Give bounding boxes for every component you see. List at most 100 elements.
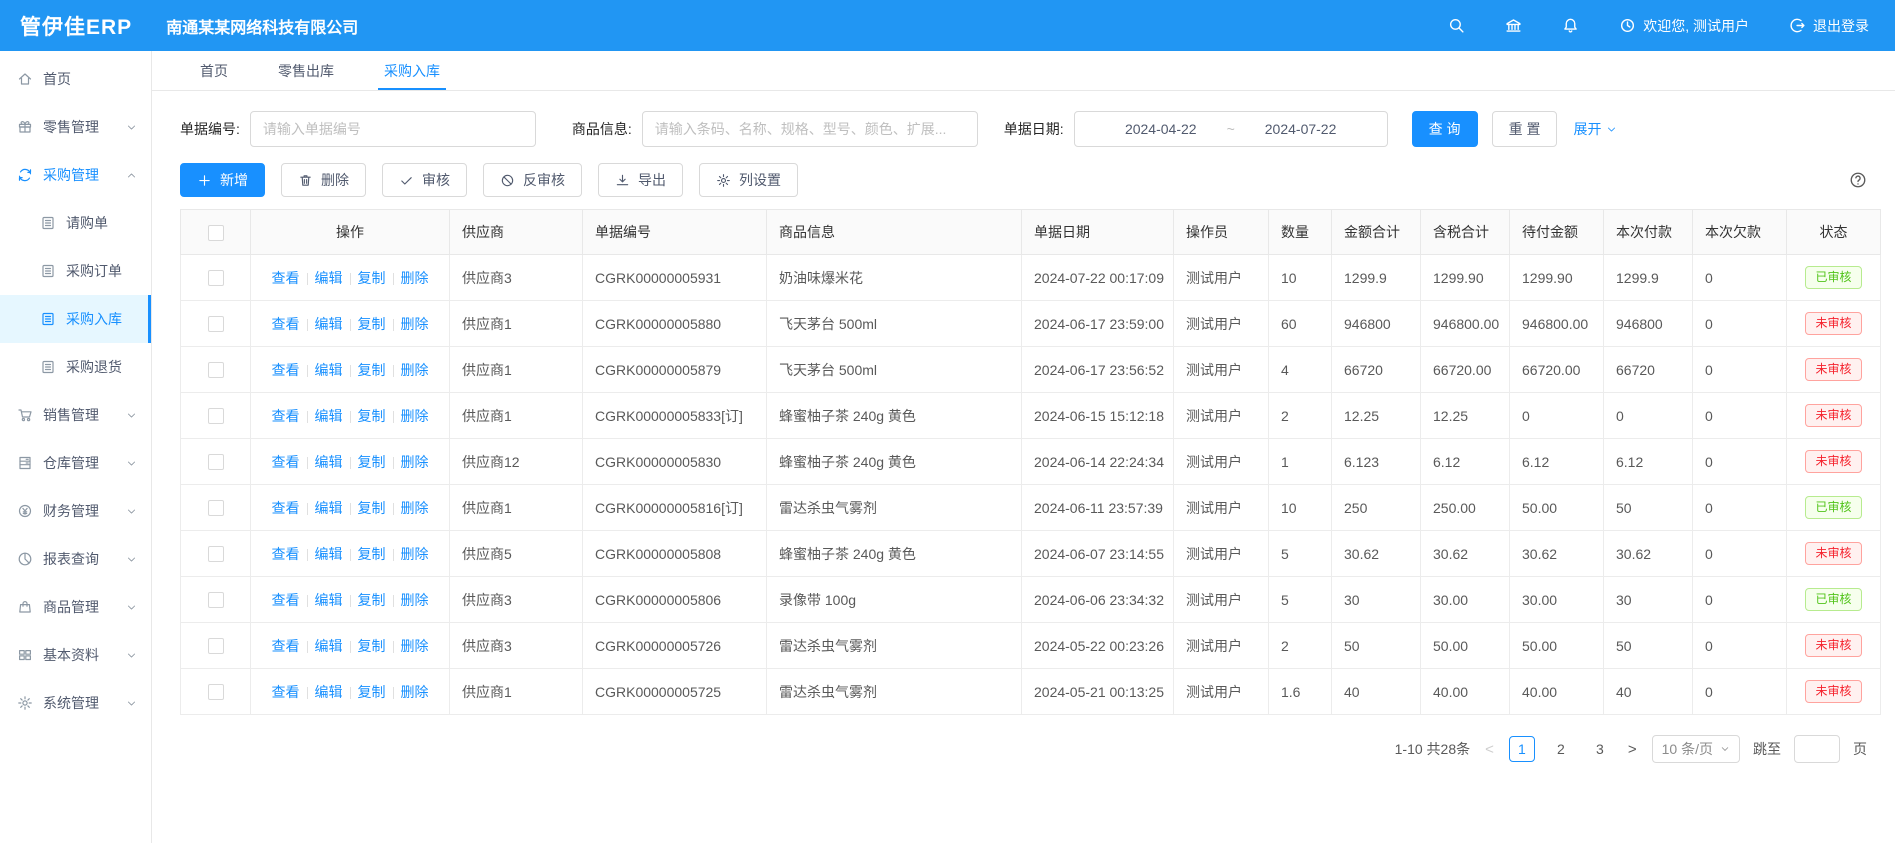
date-range-picker[interactable]: 2024-04-22 ~ 2024-07-22 (1074, 111, 1388, 147)
sidebar-item-purchase-return[interactable]: 采购退货 (0, 343, 151, 391)
query-button[interactable]: 查 询 (1412, 111, 1478, 147)
row-action-view[interactable]: 查看 (272, 270, 300, 286)
row-action-delete[interactable]: 删除 (401, 454, 429, 470)
row-action-view[interactable]: 查看 (272, 500, 300, 516)
tab-retail-outbound[interactable]: 零售出库 (278, 51, 334, 90)
cell-qty: 10 (1269, 255, 1332, 301)
row-action-copy[interactable]: 复制 (358, 270, 386, 286)
page-size-select[interactable]: 10 条/页 (1652, 735, 1740, 763)
sidebar-item-sales-mgmt[interactable]: 销售管理 (0, 391, 151, 439)
row-checkbox[interactable] (208, 684, 224, 700)
page-number-1[interactable]: 1 (1509, 736, 1535, 762)
user-welcome[interactable]: 欢迎您, 测试用户 (1619, 16, 1749, 36)
audit-button[interactable]: 审核 (382, 163, 467, 197)
row-action-edit[interactable]: 编辑 (315, 638, 343, 654)
sidebar-item-warehouse-mgmt[interactable]: 仓库管理 (0, 439, 151, 487)
sidebar-item-purchase-order[interactable]: 采购订单 (0, 247, 151, 295)
row-action-view[interactable]: 查看 (272, 454, 300, 470)
row-action-view[interactable]: 查看 (272, 316, 300, 332)
sidebar-item-label: 采购管理 (43, 165, 99, 185)
logout-button[interactable]: 退出登录 (1789, 16, 1869, 36)
search-icon[interactable] (1448, 17, 1465, 34)
bank-icon[interactable] (1505, 17, 1522, 34)
row-action-view[interactable]: 查看 (272, 592, 300, 608)
delete-button[interactable]: 删除 (281, 163, 366, 197)
row-action-delete[interactable]: 删除 (401, 408, 429, 424)
row-checkbox[interactable] (208, 546, 224, 562)
row-action-edit[interactable]: 编辑 (315, 546, 343, 562)
row-action-edit[interactable]: 编辑 (315, 684, 343, 700)
page-number-2[interactable]: 2 (1548, 736, 1574, 762)
sidebar-item-purchase-request[interactable]: 请购单 (0, 199, 151, 247)
page-number-3[interactable]: 3 (1587, 736, 1613, 762)
bill-no-input[interactable] (250, 111, 536, 147)
row-checkbox[interactable] (208, 638, 224, 654)
row-action-view[interactable]: 查看 (272, 638, 300, 654)
cell-bill-no: CGRK00000005833[订] (583, 393, 767, 439)
sidebar-item-purchase-inbound[interactable]: 采购入库 (0, 295, 151, 343)
row-action-edit[interactable]: 编辑 (315, 316, 343, 332)
row-action-copy[interactable]: 复制 (358, 316, 386, 332)
row-action-view[interactable]: 查看 (272, 684, 300, 700)
row-action-copy[interactable]: 复制 (358, 500, 386, 516)
row-action-view[interactable]: 查看 (272, 408, 300, 424)
tab-home[interactable]: 首页 (200, 51, 228, 90)
row-action-copy[interactable]: 复制 (358, 592, 386, 608)
column-settings-button[interactable]: 列设置 (699, 163, 798, 197)
row-action-edit[interactable]: 编辑 (315, 454, 343, 470)
row-checkbox[interactable] (208, 408, 224, 424)
help-icon[interactable] (1849, 171, 1867, 189)
sidebar-item-product-mgmt[interactable]: 商品管理 (0, 583, 151, 631)
unaudit-button[interactable]: 反审核 (483, 163, 582, 197)
row-action-edit[interactable]: 编辑 (315, 408, 343, 424)
tab-purchase-inbound[interactable]: 采购入库 (384, 51, 440, 90)
row-checkbox[interactable] (208, 270, 224, 286)
row-action-copy[interactable]: 复制 (358, 638, 386, 654)
row-action-view[interactable]: 查看 (272, 546, 300, 562)
action-separator (393, 687, 394, 699)
bell-icon[interactable] (1562, 17, 1579, 34)
row-action-edit[interactable]: 编辑 (315, 362, 343, 378)
prev-page-button[interactable]: < (1483, 741, 1496, 758)
expand-link[interactable]: 展开 (1573, 119, 1617, 139)
row-action-edit[interactable]: 编辑 (315, 592, 343, 608)
sidebar-item-report-query[interactable]: 报表查询 (0, 535, 151, 583)
sidebar-item-purchase-mgmt[interactable]: 采购管理 (0, 151, 151, 199)
row-action-copy[interactable]: 复制 (358, 684, 386, 700)
next-page-button[interactable]: > (1626, 741, 1639, 758)
sidebar-item-system-mgmt[interactable]: 系统管理 (0, 679, 151, 727)
row-action-edit[interactable]: 编辑 (315, 500, 343, 516)
sidebar-item-label: 财务管理 (43, 501, 99, 521)
row-action-delete[interactable]: 删除 (401, 500, 429, 516)
sidebar-item-basic-data[interactable]: 基本资料 (0, 631, 151, 679)
reset-button[interactable]: 重 置 (1492, 111, 1558, 147)
product-info-input[interactable] (642, 111, 978, 147)
row-action-view[interactable]: 查看 (272, 362, 300, 378)
row-checkbox[interactable] (208, 454, 224, 470)
sidebar-item-finance-mgmt[interactable]: 财务管理 (0, 487, 151, 535)
row-action-delete[interactable]: 删除 (401, 270, 429, 286)
select-all-checkbox[interactable] (208, 225, 224, 241)
row-action-copy[interactable]: 复制 (358, 454, 386, 470)
cell-status: 未审核 (1787, 393, 1881, 439)
row-action-delete[interactable]: 删除 (401, 638, 429, 654)
row-action-edit[interactable]: 编辑 (315, 270, 343, 286)
row-action-copy[interactable]: 复制 (358, 546, 386, 562)
row-checkbox[interactable] (208, 316, 224, 332)
row-action-delete[interactable]: 删除 (401, 546, 429, 562)
row-action-delete[interactable]: 删除 (401, 362, 429, 378)
row-checkbox[interactable] (208, 362, 224, 378)
add-button[interactable]: 新增 (180, 163, 265, 197)
sidebar-item-home[interactable]: 首页 (0, 55, 151, 103)
row-action-delete[interactable]: 删除 (401, 592, 429, 608)
export-button[interactable]: 导出 (598, 163, 683, 197)
row-action-copy[interactable]: 复制 (358, 408, 386, 424)
cell-product: 奶油味爆米花 (767, 255, 1022, 301)
row-checkbox[interactable] (208, 500, 224, 516)
sidebar-item-retail-mgmt[interactable]: 零售管理 (0, 103, 151, 151)
row-action-delete[interactable]: 删除 (401, 684, 429, 700)
row-checkbox[interactable] (208, 592, 224, 608)
jump-page-input[interactable] (1794, 735, 1840, 763)
row-action-delete[interactable]: 删除 (401, 316, 429, 332)
row-action-copy[interactable]: 复制 (358, 362, 386, 378)
